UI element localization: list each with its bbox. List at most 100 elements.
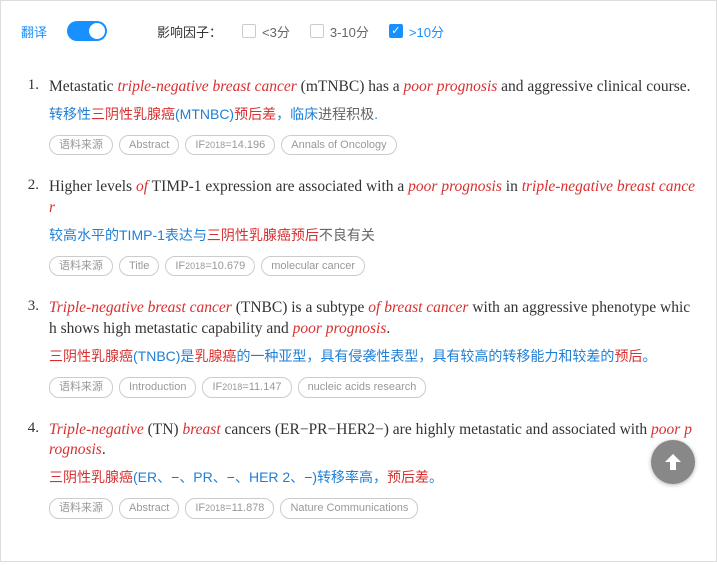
text-span: (ER、 — [133, 469, 171, 485]
entry-number: 2. — [21, 177, 39, 276]
highlight-term: 三阴性乳腺癌 — [49, 348, 133, 364]
english-sentence: Metastatic triple-negative breast cancer… — [49, 77, 696, 98]
checkbox-checked-icon: ✓ — [389, 24, 403, 38]
impact-factor-label: 影响因子： — [157, 22, 222, 41]
highlight-term: 预后 — [614, 348, 642, 364]
text-span: . — [386, 320, 390, 337]
text-span: 较高水平的TIMP-1表达与 — [49, 227, 207, 243]
chinese-translation: 转移性三阴性乳腺癌(MTNBC)预后差，临床进程积极. — [49, 104, 696, 125]
filter-3to10[interactable]: 3-10分 — [310, 22, 369, 41]
highlight-term: Triple-negative breast cancer — [49, 299, 232, 316]
metadata-tag[interactable]: nucleic acids research — [298, 377, 427, 397]
metadata-tag[interactable]: Annals of Oncology — [281, 135, 396, 155]
entry-number: 3. — [21, 298, 39, 397]
highlight-term: triple-negative breast cancer — [117, 78, 296, 95]
highlight-term: poor prognosis — [408, 178, 502, 195]
entry-body: Triple-negative (TN) breast cancers (ER−… — [49, 420, 696, 519]
highlight-term: of — [136, 178, 148, 195]
text-span: 进程积极 — [318, 106, 374, 122]
filter-label: 3-10分 — [330, 22, 369, 41]
english-sentence: Triple-negative breast cancer (TNBC) is … — [49, 298, 696, 340]
text-span: 。 — [642, 348, 656, 364]
checkbox-icon — [310, 24, 324, 38]
filter-label: <3分 — [262, 22, 290, 41]
highlight-term: 预后差 — [387, 469, 429, 485]
english-sentence: Triple-negative (TN) breast cancers (ER−… — [49, 420, 696, 462]
filter-label: >10分 — [409, 22, 444, 41]
text-span: (mTNBC) has a — [297, 78, 404, 95]
text-span: (TNBC)是 — [133, 348, 194, 364]
checkbox-icon — [242, 24, 256, 38]
result-entry: 4.Triple-negative (TN) breast cancers (E… — [21, 420, 696, 519]
result-entry: 3.Triple-negative breast cancer (TNBC) i… — [21, 298, 696, 397]
text-span: 的一种亚型，具有侵袭性表型，具有较高的转移能力和较差的 — [236, 348, 614, 364]
results-list: 1. Metastatic triple-negative breast canc… — [21, 77, 696, 519]
highlight-term: 预后差 — [234, 106, 276, 122]
text-span: cancers (ER−PR−HER2−) are highly metasta… — [221, 421, 651, 438]
text-span: 、HER 2、 — [235, 469, 304, 485]
entry-number: 1. — [21, 77, 39, 155]
metadata-tag[interactable]: 语料来源 — [49, 498, 113, 518]
metadata-tag[interactable]: IF2018=11.147 — [202, 377, 291, 397]
text-span: (TN) — [144, 421, 183, 438]
text-span: . — [102, 441, 106, 458]
text-span: in — [502, 178, 522, 195]
entry-body: Metastatic triple-negative breast cancer… — [49, 77, 696, 155]
text-span: Metastatic — [49, 78, 117, 95]
highlight-term: 三阴性乳腺癌 — [91, 106, 175, 122]
chinese-translation: 较高水平的TIMP-1表达与三阴性乳腺癌预后不良有关 — [49, 225, 696, 246]
entry-body: Higher levels of TIMP-1 expression are a… — [49, 177, 696, 276]
highlight-term: 三阴性乳腺癌预后 — [207, 227, 319, 243]
metadata-tag[interactable]: IF2018=14.196 — [185, 135, 275, 155]
tag-row: 语料来源 Abstract IF2018=14.196 Annals of Oncol… — [49, 135, 696, 155]
metadata-tag[interactable]: Title — [119, 256, 159, 276]
tag-row: 语料来源 Title IF2018=10.679 molecular cancer — [49, 256, 696, 276]
text-span: and aggressive clinical course. — [497, 78, 690, 95]
translate-toggle[interactable] — [67, 21, 107, 41]
english-sentence: Higher levels of TIMP-1 expression are a… — [49, 177, 696, 219]
highlight-term: Triple-negative — [49, 421, 144, 438]
highlight-term: breast — [182, 421, 220, 438]
highlight-term: poor prognosis — [404, 78, 498, 95]
text-span: 。 — [429, 469, 443, 485]
chinese-translation: 三阴性乳腺癌(TNBC)是乳腺癌的一种亚型，具有侵袭性表型，具有较高的转移能力和… — [49, 346, 696, 367]
metadata-tag[interactable]: molecular cancer — [261, 256, 365, 276]
metadata-tag[interactable]: 语料来源 — [49, 135, 113, 155]
highlight-term: of breast cancer — [368, 299, 468, 316]
text-span: (MTNBC) — [175, 106, 234, 122]
highlight-term: poor prognosis — [293, 320, 387, 337]
scroll-top-button[interactable] — [651, 440, 695, 484]
metadata-tag[interactable]: Introduction — [119, 377, 196, 397]
result-entry: 1. Metastatic triple-negative breast canc… — [21, 77, 696, 155]
entry-number: 4. — [21, 420, 39, 519]
metadata-tag[interactable]: 语料来源 — [49, 256, 113, 276]
translate-label: 翻译 — [21, 22, 47, 41]
text-span: 、PR、 — [179, 469, 226, 485]
text-span: Higher levels — [49, 178, 136, 195]
text-span: )转移率高， — [312, 469, 387, 485]
text-span: 转移性 — [49, 106, 91, 122]
highlight-term: 三阴性乳腺癌 — [49, 469, 133, 485]
highlight-term: − — [227, 469, 235, 485]
result-entry: 2.Higher levels of TIMP-1 expression are… — [21, 177, 696, 276]
text-span: (TNBC) is a subtype — [232, 299, 368, 316]
text-span: TIMP-1 expression are associated with a — [148, 178, 408, 195]
filter-gt10[interactable]: ✓ >10分 — [389, 22, 444, 41]
tag-row: 语料来源 Abstract IF2018=11.878 Nature Communic… — [49, 498, 696, 518]
text-span: . — [374, 106, 378, 122]
metadata-tag[interactable]: Abstract — [119, 135, 179, 155]
text-span: 不良有关 — [319, 227, 375, 243]
text-span: ，临床 — [276, 106, 318, 122]
filter-header: 翻译 影响因子： <3分 3-10分 ✓ >10分 — [21, 11, 696, 59]
arrow-up-icon — [661, 450, 685, 474]
chinese-translation: 三阴性乳腺癌(ER、−、PR、−、HER 2、−)转移率高，预后差。 — [49, 467, 696, 488]
metadata-tag[interactable]: Nature Communications — [280, 498, 418, 518]
highlight-term: 乳腺癌 — [194, 348, 236, 364]
entry-body: Triple-negative breast cancer (TNBC) is … — [49, 298, 696, 397]
metadata-tag[interactable]: IF2018=10.679 — [165, 256, 255, 276]
metadata-tag[interactable]: 语料来源 — [49, 377, 113, 397]
tag-row: 语料来源 Introduction IF2018=11.147 nucleic aci… — [49, 377, 696, 397]
metadata-tag[interactable]: Abstract — [119, 498, 179, 518]
metadata-tag[interactable]: IF2018=11.878 — [185, 498, 274, 518]
filter-lt3[interactable]: <3分 — [242, 22, 290, 41]
